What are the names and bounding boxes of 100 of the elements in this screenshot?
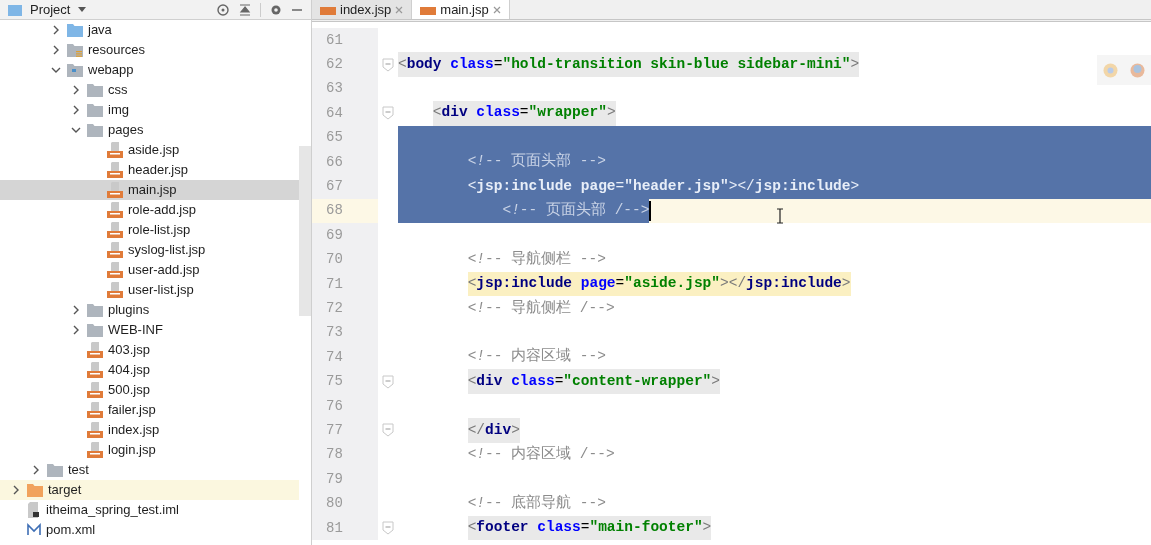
- tree-item-label: pages: [108, 121, 144, 140]
- close-icon[interactable]: [492, 5, 501, 14]
- tree-item[interactable]: aside.jsp: [0, 140, 299, 160]
- tree-item-label: header.jsp: [128, 161, 188, 180]
- tree-item[interactable]: WEB-INF: [0, 320, 299, 340]
- line-number: 76: [326, 396, 343, 416]
- panel-title[interactable]: Project: [30, 0, 71, 20]
- tree-item[interactable]: login.jsp: [0, 440, 299, 460]
- text-cursor-icon: [776, 208, 784, 224]
- jsp-file-icon: [107, 162, 123, 178]
- tree-item[interactable]: itheima_spring_test.iml: [0, 500, 299, 520]
- folder-icon: [67, 63, 83, 77]
- jsp-file-icon: [107, 262, 123, 278]
- line-number: 67: [326, 177, 343, 197]
- tree-item-label: syslog-list.jsp: [128, 241, 206, 260]
- tree-item-label: img: [108, 101, 129, 120]
- editor-tab[interactable]: index.jsp: [312, 0, 413, 19]
- jsp-file-icon: [87, 402, 103, 418]
- line-number: 72: [326, 299, 343, 318]
- tree-item[interactable]: resources: [0, 40, 299, 60]
- editor-tab[interactable]: main.jsp: [412, 0, 510, 19]
- scrollbar[interactable]: [299, 146, 311, 316]
- folder-icon: [8, 3, 22, 16]
- line-number: 66: [326, 152, 343, 172]
- jsp-file-icon: [320, 4, 336, 15]
- line-number: 71: [326, 274, 343, 294]
- fold-marker-icon[interactable]: [382, 423, 394, 438]
- code-line: <!-- 内容区域 -->: [466, 346, 606, 367]
- tree-item-label: plugins: [108, 301, 150, 320]
- folder-icon: [87, 123, 103, 137]
- code-line: <!-- 导航侧栏 -->: [466, 249, 606, 269]
- tree-item[interactable]: syslog-list.jsp: [0, 240, 299, 260]
- line-number: 70: [326, 250, 343, 270]
- text-caret: [649, 200, 652, 221]
- caret-icon[interactable]: [78, 6, 87, 13]
- tree-item-label: user-add.jsp: [128, 261, 200, 280]
- folder-icon: [87, 303, 103, 317]
- tree-item[interactable]: role-add.jsp: [0, 200, 299, 220]
- jsp-file-icon: [107, 182, 123, 198]
- code-line: <!-- 底部导航 -->: [466, 493, 606, 513]
- line-number: 74: [326, 347, 343, 367]
- code-line: <jsp:include page="header.jsp"></jsp:include>: [466, 176, 860, 196]
- tree-item[interactable]: pages: [0, 120, 299, 140]
- line-number: 80: [326, 494, 343, 514]
- tree-item-label: index.jsp: [108, 421, 160, 440]
- tree-item[interactable]: css: [0, 80, 299, 100]
- tree-item-label: 404.jsp: [108, 361, 150, 380]
- jsp-file-icon: [107, 282, 123, 298]
- tree-item[interactable]: test: [0, 460, 299, 480]
- fold-marker-icon[interactable]: [382, 374, 394, 389]
- crosshair-icon[interactable]: [216, 2, 230, 17]
- tree-item[interactable]: user-list.jsp: [0, 280, 299, 300]
- tree-item-label: pom.xml: [46, 521, 96, 540]
- tree-item[interactable]: plugins: [0, 300, 299, 320]
- folder-icon: [87, 323, 103, 337]
- jsp-file-icon: [87, 362, 103, 378]
- tree-item[interactable]: 404.jsp: [0, 360, 299, 380]
- code-line: <!-- 内容区域 /-->: [466, 444, 615, 464]
- tree-item[interactable]: webapp: [0, 60, 299, 80]
- jsp-file-icon: [420, 4, 437, 15]
- line-number: 75: [326, 372, 343, 392]
- tree-item-label: test: [68, 461, 89, 480]
- tree-item[interactable]: index.jsp: [0, 420, 299, 440]
- tree-item[interactable]: 500.jsp: [0, 380, 299, 400]
- tree-item-label: login.jsp: [108, 441, 156, 460]
- folder-icon: [67, 43, 83, 57]
- tree-item[interactable]: pom.xml: [0, 520, 299, 540]
- fold-marker-icon[interactable]: [382, 106, 394, 121]
- tree-item[interactable]: java: [0, 20, 299, 40]
- collapse-icon[interactable]: [238, 2, 252, 17]
- jsp-file-icon: [107, 222, 123, 238]
- tree-item[interactable]: 403.jsp: [0, 340, 299, 360]
- tree-item[interactable]: role-list.jsp: [0, 220, 299, 240]
- folder-icon: [67, 23, 83, 37]
- tree-item-label: java: [88, 21, 112, 40]
- line-number: 79: [326, 469, 343, 489]
- tree-item-label: itheima_spring_test.iml: [46, 501, 179, 520]
- line-number: 65: [326, 128, 343, 148]
- jsp-file-icon: [87, 422, 103, 438]
- fold-marker-icon[interactable]: [382, 57, 394, 72]
- line-number: 61: [326, 30, 343, 50]
- tree-item[interactable]: header.jsp: [0, 160, 299, 180]
- maven-file-icon: [27, 523, 41, 537]
- tree-item[interactable]: img: [0, 100, 299, 120]
- chevron-down-icon[interactable]: [71, 125, 81, 135]
- file-icon: [27, 502, 41, 518]
- code-line: <!-- 页面头部 -->: [466, 151, 606, 172]
- folder-icon: [87, 103, 103, 117]
- line-number: 64: [326, 103, 343, 123]
- folder-icon: [27, 483, 43, 497]
- jsp-file-icon: [107, 242, 123, 258]
- tree-item[interactable]: failer.jsp: [0, 400, 299, 420]
- fold-marker-icon[interactable]: [382, 521, 394, 535]
- tree-item[interactable]: user-add.jsp: [0, 260, 299, 280]
- tree-item-label: failer.jsp: [108, 401, 156, 420]
- chevron-down-icon[interactable]: [51, 65, 61, 75]
- line-number: 69: [326, 225, 343, 245]
- tree-item[interactable]: target: [0, 480, 299, 500]
- tree-item-label: 500.jsp: [108, 381, 150, 400]
- tree-item[interactable]: main.jsp: [0, 180, 299, 200]
